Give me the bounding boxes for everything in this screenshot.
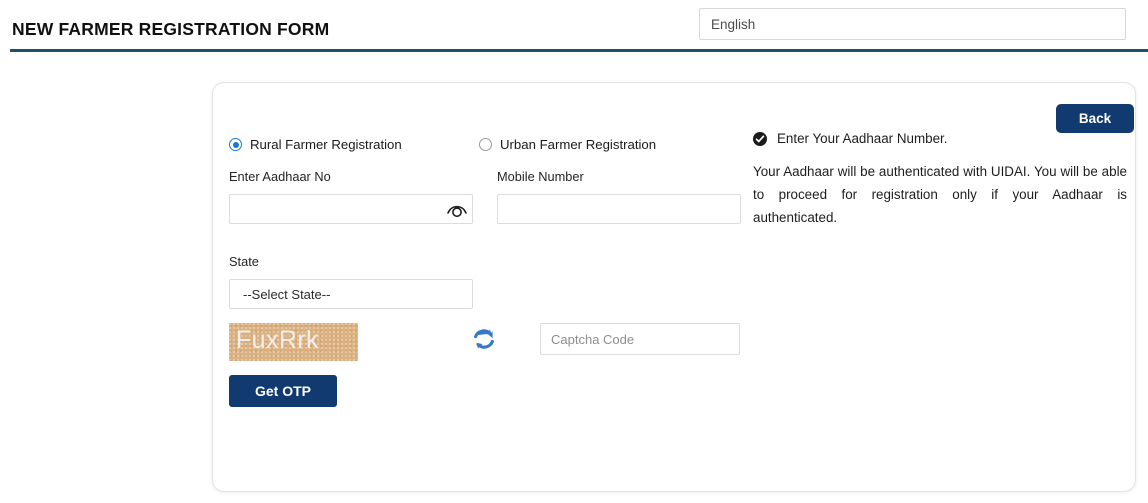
state-label: State — [229, 254, 259, 269]
captcha-code-text: FuxRrk — [236, 326, 319, 354]
aadhaar-input[interactable] — [229, 194, 473, 224]
check-circle-icon — [753, 131, 767, 146]
page-header: NEW FARMER REGISTRATION FORM English — [0, 0, 1148, 52]
captcha-input[interactable] — [540, 323, 740, 355]
registration-form-card: Back Rural Farmer Registration Urban Far… — [212, 82, 1136, 492]
radio-selected-icon — [229, 138, 242, 151]
language-select[interactable]: English — [699, 8, 1126, 40]
info-heading-row: Enter Your Aadhaar Number. — [753, 131, 1127, 146]
aadhaar-info-panel: Enter Your Aadhaar Number. Your Aadhaar … — [753, 131, 1127, 229]
radio-urban-label: Urban Farmer Registration — [500, 137, 657, 152]
refresh-icon[interactable] — [471, 326, 497, 352]
state-select-value: --Select State-- — [243, 286, 331, 302]
info-heading: Enter Your Aadhaar Number. — [777, 131, 948, 146]
radio-rural-label: Rural Farmer Registration — [250, 137, 402, 152]
radio-unselected-icon — [479, 138, 492, 151]
header-divider — [10, 49, 1148, 52]
eye-icon[interactable] — [446, 200, 468, 218]
mobile-label: Mobile Number — [497, 169, 584, 184]
mobile-input[interactable] — [497, 194, 741, 224]
info-paragraph: Your Aadhaar will be authenticated with … — [753, 164, 1127, 225]
language-select-value: English — [711, 16, 756, 32]
captcha-image: FuxRrk — [229, 323, 358, 361]
radio-rural-farmer-registration[interactable]: Rural Farmer Registration — [229, 137, 402, 152]
page-title: NEW FARMER REGISTRATION FORM — [12, 19, 330, 39]
back-button[interactable]: Back — [1056, 104, 1134, 133]
get-otp-button[interactable]: Get OTP — [229, 375, 337, 407]
state-select[interactable]: --Select State-- — [229, 279, 473, 309]
radio-urban-farmer-registration[interactable]: Urban Farmer Registration — [479, 137, 656, 152]
aadhaar-label: Enter Aadhaar No — [229, 169, 331, 184]
